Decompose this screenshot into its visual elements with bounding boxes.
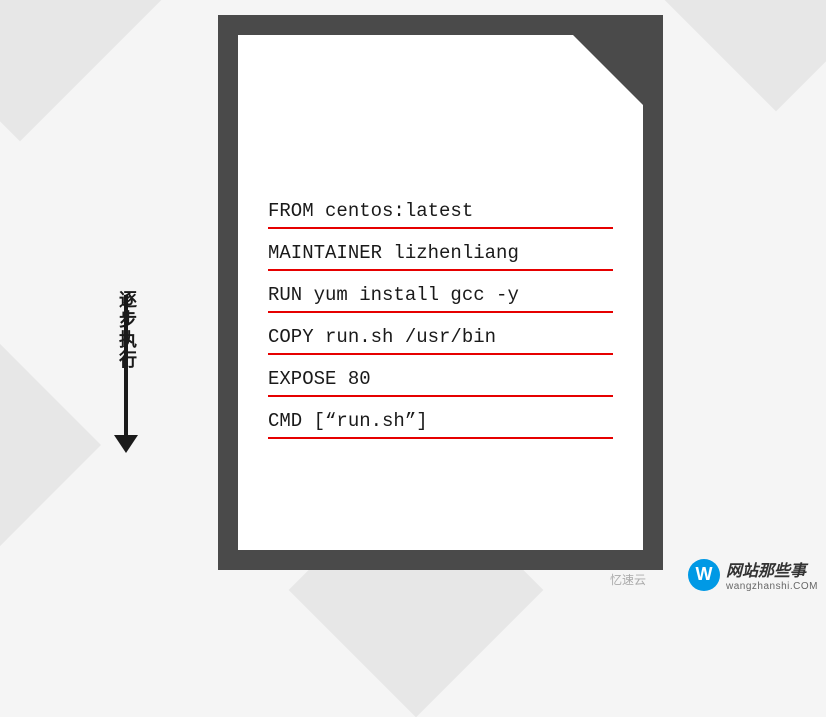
arrow-shaft-icon [124, 295, 128, 440]
watermark-text-group: 网站那些事 wangzhanshi.COM [726, 557, 818, 592]
watermark-title: 网站那些事 [726, 557, 806, 581]
code-line-cmd: CMD [“run.sh”] [268, 405, 613, 439]
page-fold-icon [573, 35, 643, 105]
bg-decoration [0, 0, 161, 141]
bg-decoration [0, 339, 101, 551]
code-line-from: FROM centos:latest [268, 195, 613, 229]
document-frame: FROM centos:latest MAINTAINER lizhenlian… [218, 15, 663, 570]
bg-decoration [635, 0, 826, 111]
code-line-copy: COPY run.sh /usr/bin [268, 321, 613, 355]
document-page: FROM centos:latest MAINTAINER lizhenlian… [238, 35, 643, 550]
code-line-run: RUN yum install gcc -y [268, 279, 613, 313]
watermark: W 网站那些事 wangzhanshi.COM [688, 557, 818, 592]
code-line-expose: EXPOSE 80 [268, 363, 613, 397]
watermark-logo-icon: W [688, 559, 720, 591]
credit-text: 忆速云 [610, 571, 646, 588]
dockerfile-content: FROM centos:latest MAINTAINER lizhenlian… [268, 195, 613, 447]
watermark-url: wangzhanshi.COM [726, 581, 818, 592]
arrow-head-icon [114, 435, 138, 453]
code-line-maintainer: MAINTAINER lizhenliang [268, 237, 613, 271]
